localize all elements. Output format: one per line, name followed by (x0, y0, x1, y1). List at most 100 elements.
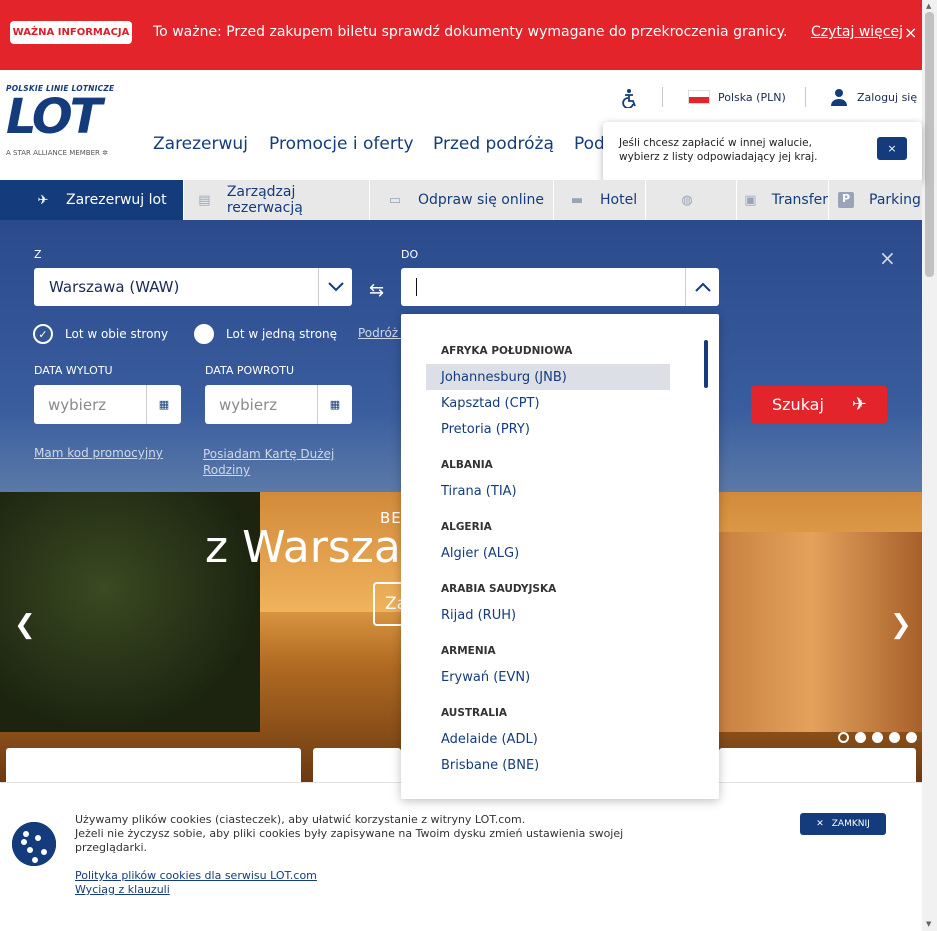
group-label: ALGERIA (441, 521, 492, 533)
calendar-icon[interactable]: ▦ (317, 385, 352, 424)
text-cursor (416, 278, 417, 296)
calendar-icon[interactable]: ▦ (146, 385, 181, 424)
slide-dot[interactable] (906, 732, 917, 743)
from-select[interactable]: Warszawa (WAW) (34, 268, 352, 306)
user-icon (831, 89, 847, 106)
scroll-down-icon[interactable]: ▼ (926, 920, 931, 928)
booking-tabs: ✈ Zarezerwuj lot ▤ Zarządzaj rezerwacją ▭ O… (0, 180, 922, 220)
return-date-input[interactable]: wybierz ▦ (205, 385, 352, 424)
tab-transfer[interactable]: ▣ Transfer (737, 180, 829, 220)
scroll-up-icon[interactable]: ▲ (926, 2, 931, 10)
login-label: Zaloguj się (857, 90, 918, 104)
cookie-policy-link[interactable]: Polityka plików cookies dla serwisu LOT.… (75, 869, 317, 882)
prev-slide-icon[interactable]: ❮ (14, 610, 36, 640)
destination-option[interactable]: Kapsztad (CPT) (426, 390, 670, 416)
group-label: ARMENIA (441, 645, 496, 657)
car-rental-icon: ◍ (681, 192, 693, 208)
tab-book-flight[interactable]: ✈ Zarezerwuj lot (0, 180, 184, 220)
login-link[interactable]: Zaloguj się (829, 88, 917, 106)
util-divider (662, 87, 663, 107)
destination-option[interactable]: Erywań (EVN) (426, 664, 670, 690)
to-label: DO (401, 248, 419, 261)
cookie-banner: Używamy plików cookies (ciasteczek), aby… (0, 782, 922, 931)
boarding-pass-icon: ▭ (388, 192, 402, 208)
scroll-thumb[interactable] (925, 12, 934, 277)
hero-title: z Warsza (205, 522, 401, 573)
page-scrollbar[interactable]: ▲ ▼ (922, 0, 937, 931)
alert-message: To ważne: Przed zakupem biletu sprawdź d… (153, 24, 793, 40)
from-value: Warszawa (WAW) (49, 278, 180, 296)
slide-dots (838, 732, 917, 743)
destination-option[interactable]: Algier (ALG) (426, 540, 670, 566)
return-label: DATA POWROTU (205, 364, 295, 377)
alert-close-icon[interactable]: × (904, 25, 917, 41)
depart-date-input[interactable]: wybierz ▦ (34, 385, 181, 424)
tooltip-text: Jeśli chcesz zapłacić w innej walucie, w… (619, 137, 818, 163)
country-selector[interactable]: Polska (PLN) (688, 90, 786, 104)
from-label: Z (34, 248, 42, 261)
destination-option[interactable]: Brisbane (BNE) (426, 752, 670, 778)
cookie-close-button[interactable]: ✕ ZAMKNIJ (800, 813, 886, 835)
country-label: Polska (PLN) (718, 90, 786, 104)
destination-dropdown: AFRYKA POŁUDNIOWA Johannesburg (JNB) Kap… (401, 314, 719, 799)
nav-before-travel[interactable]: Przed podróżą (433, 134, 554, 154)
accessibility-icon[interactable] (619, 88, 639, 108)
slide-dot[interactable] (872, 732, 883, 743)
cookie-icon (9, 819, 59, 869)
destination-option[interactable]: Adelaide (ADL) (426, 726, 670, 752)
tab-hotel[interactable]: ▬ Hotel (554, 180, 646, 220)
currency-tooltip: Jeśli chcesz zapłacić w innej walucie, w… (603, 122, 922, 182)
to-input[interactable] (401, 268, 719, 306)
parking-icon: P (833, 192, 859, 208)
tab-check-in[interactable]: ▭ Odpraw się online (370, 180, 554, 220)
bed-icon: ▬ (570, 192, 584, 208)
swap-icon[interactable]: ⇆ (369, 280, 384, 301)
nav-promotions[interactable]: Promocje i oferty (269, 134, 414, 154)
clause-link[interactable]: Wyciąg z klauzuli (75, 883, 170, 896)
group-label: ALBANIA (441, 459, 493, 471)
tooltip-close-button[interactable]: × (877, 137, 907, 160)
nav-travel[interactable]: Pod (574, 134, 605, 154)
slide-dot[interactable] (838, 732, 849, 743)
alert-badge: WAŻNA INFORMACJA (10, 21, 132, 44)
promo-code-link[interactable]: Mam kod promocyjny (34, 446, 163, 460)
unchecked-radio-icon (194, 324, 214, 344)
group-label: ARABIA SAUDYJSKA (441, 583, 557, 595)
checked-radio-icon: ✓ (33, 324, 53, 344)
destination-option[interactable]: Tirana (TIA) (426, 478, 670, 504)
ticket-icon: ▤ (198, 192, 211, 208)
destination-option[interactable]: Pretoria (PRY) (426, 416, 670, 442)
chevron-down-icon[interactable] (318, 268, 352, 306)
plane-icon: ✈ (851, 394, 867, 415)
alert-bar: WAŻNA INFORMACJA To ważne: Przed zakupem… (0, 0, 922, 70)
search-button[interactable]: Szukaj ✈ (751, 386, 887, 423)
close-icon: ✕ (816, 819, 824, 829)
destination-option[interactable]: Rijad (RUH) (426, 602, 670, 628)
form-close-icon[interactable]: × (879, 246, 896, 270)
group-label: AUSTRALIA (441, 707, 507, 719)
depart-label: DATA WYLOTU (34, 364, 113, 377)
poland-flag-icon (688, 90, 710, 104)
slide-dot[interactable] (855, 732, 866, 743)
round-trip-radio[interactable]: ✓ Lot w obie strony (33, 324, 168, 344)
tab-manage-booking[interactable]: ▤ Zarządzaj rezerwacją (184, 180, 370, 220)
tab-parking[interactable]: P Parking (829, 180, 922, 220)
slide-dot[interactable] (889, 732, 900, 743)
read-more-link[interactable]: Czytaj więcej (811, 24, 903, 40)
nav-book[interactable]: Zarezerwuj (153, 134, 248, 154)
lot-logo[interactable]: POLSKIE LINIE LOTNICZE LOT A STAR ALLIAN… (6, 84, 136, 174)
taxi-icon: ▣ (744, 192, 757, 208)
util-divider (805, 87, 806, 107)
one-way-radio[interactable]: Lot w jedną stronę (194, 324, 337, 344)
dropdown-scroll-thumb[interactable] (704, 340, 708, 388)
logo-mark: LOT (6, 89, 102, 145)
chevron-up-icon[interactable] (685, 268, 719, 306)
plane-icon: ✈ (37, 192, 49, 208)
star-alliance-label: A STAR ALLIANCE MEMBER ✲ (6, 149, 108, 157)
tab-car-rental[interactable]: ◍ (646, 180, 737, 220)
group-label: AFRYKA POŁUDNIOWA (441, 345, 573, 357)
cookie-text: Używamy plików cookies (ciasteczek), aby… (75, 813, 624, 854)
next-slide-icon[interactable]: ❯ (890, 610, 912, 640)
family-card-link[interactable]: Posiadam Kartę Dużej Rodziny (203, 446, 343, 478)
destination-option[interactable]: Johannesburg (JNB) (426, 364, 670, 390)
